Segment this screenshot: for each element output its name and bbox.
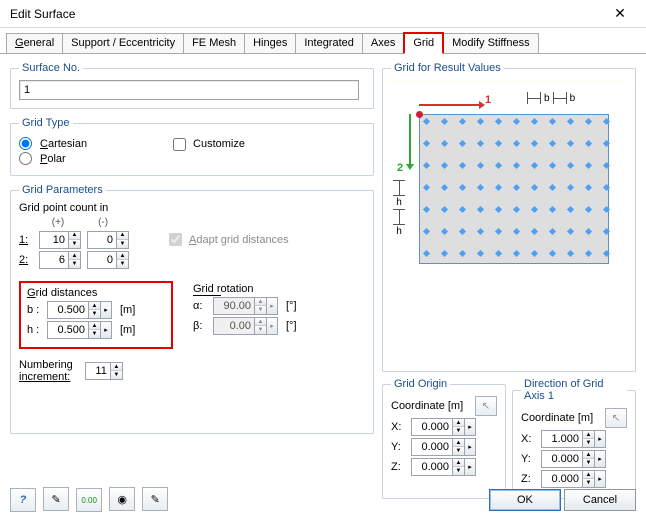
customize-checkbox[interactable]: Customize: [169, 135, 245, 154]
ox-spinner[interactable]: ▲▼▸: [411, 418, 476, 436]
surface-no-group: Surface No.: [10, 62, 374, 109]
az-label: Z:: [521, 473, 535, 485]
axis-pick-button[interactable]: ↖: [605, 408, 627, 428]
cancel-button[interactable]: Cancel: [564, 489, 636, 511]
grid-axis-group: Direction of Grid Axis 1 Coordinate [m] …: [512, 378, 636, 499]
grid-preview-group: Grid for Result Values 1 2 b b h h: [382, 62, 636, 372]
axis2-label: 2: [397, 162, 403, 174]
adapt-checkbox: Adapt grid distances: [165, 230, 289, 249]
increment-label: increment:: [19, 371, 73, 383]
grid-origin-group: Grid Origin Coordinate [m] ↖ X: ▲▼▸ Y: ▲▼▸…: [382, 378, 506, 499]
count2-minus-spinner[interactable]: ▲▼: [87, 251, 129, 269]
customize-checkbox-input[interactable]: [173, 138, 186, 151]
help-icon[interactable]: ?: [10, 488, 36, 512]
tab-integrated[interactable]: Integrated: [295, 33, 363, 53]
tab-hinges[interactable]: Hinges: [244, 33, 296, 53]
surface-no-input[interactable]: [19, 80, 359, 100]
count1-plus-spinner[interactable]: ▲▼: [39, 231, 81, 249]
radio-polar[interactable]: Polar: [19, 152, 87, 165]
h-label: h :: [27, 324, 41, 336]
axis2-arrow: [409, 114, 411, 164]
axis1-arrow: [419, 104, 479, 106]
count2-plus-spinner[interactable]: ▲▼: [39, 251, 81, 269]
count1-minus-spinner[interactable]: ▲▼: [87, 231, 129, 249]
button-row: ? ✎ 0.00 ◉ ✎ OK Cancel: [10, 487, 636, 512]
grid-type-group: Grid Type Cartesian Polar Customize: [10, 117, 374, 176]
adapt-checkbox-input: [169, 233, 182, 246]
dist-label: Grid distances: [27, 287, 165, 299]
axis1-label: 1: [485, 94, 491, 106]
origin-coord-label: Coordinate [m]: [391, 400, 463, 412]
calc-icon[interactable]: 0.00: [76, 488, 102, 512]
edit-icon[interactable]: ✎: [43, 487, 69, 511]
oz-spinner[interactable]: ▲▼▸: [411, 458, 476, 476]
h-unit: [m]: [120, 324, 135, 336]
h-spinner[interactable]: ▲▼▸: [47, 321, 112, 339]
close-button[interactable]: ✕: [602, 4, 638, 24]
ay-label: Y:: [521, 453, 535, 465]
az-spinner[interactable]: ▲▼▸: [541, 470, 606, 488]
oy-label: Y:: [391, 441, 405, 453]
radio-cartesian-input[interactable]: [19, 137, 32, 150]
ok-button[interactable]: OK: [489, 489, 561, 511]
row2-label: 2:: [19, 254, 33, 266]
beta-unit: [°]: [286, 320, 297, 332]
preview-legend: Grid for Result Values: [391, 62, 504, 74]
adapt-label: Adapt grid distances: [189, 234, 289, 246]
eye-icon[interactable]: ◉: [109, 487, 135, 511]
ax-spinner[interactable]: ▲▼▸: [541, 430, 606, 448]
b-spinner[interactable]: ▲▼▸: [47, 301, 112, 319]
tab-strip: General Support / Eccentricity FE Mesh H…: [0, 28, 646, 54]
ax-label: X:: [521, 433, 535, 445]
grid-type-legend: Grid Type: [19, 117, 73, 129]
alpha-unit: [°]: [286, 300, 297, 312]
beta-spinner: ▲▼▸: [213, 317, 278, 335]
radio-polar-input[interactable]: [19, 152, 32, 165]
ay-spinner[interactable]: ▲▼▸: [541, 450, 606, 468]
grid-params-group: Grid Parameters Grid point count in (+) …: [10, 184, 374, 434]
titlebar: Edit Surface ✕: [0, 0, 646, 28]
ox-label: X:: [391, 421, 405, 433]
customize-label: Customize: [193, 138, 245, 150]
grid-distances-highlight: Grid distances b : ▲▼▸ [m] h : ▲▼▸ [m]: [19, 281, 173, 349]
b-label: b :: [27, 304, 41, 316]
tab-axes[interactable]: Axes: [362, 33, 404, 53]
plus-header: (+): [37, 217, 79, 228]
increment-spinner[interactable]: ▲▼: [85, 362, 123, 380]
axis-coord-label: Coordinate [m]: [521, 412, 593, 424]
numbering-label: Numbering: [19, 359, 73, 371]
origin-pick-button[interactable]: ↖: [475, 396, 497, 416]
radio-cartesian[interactable]: Cartesian: [19, 137, 87, 150]
surface-no-legend: Surface No.: [19, 62, 83, 74]
grid-preview-canvas: 1 2 b b h h: [389, 80, 629, 82]
radio-cartesian-label: Cartesian: [40, 138, 87, 150]
grid-axis-legend: Direction of Grid Axis 1: [521, 378, 627, 402]
tab-modify-stiffness[interactable]: Modify Stiffness: [443, 33, 538, 53]
tab-general[interactable]: General: [6, 33, 63, 53]
tab-fe-mesh[interactable]: FE Mesh: [183, 33, 245, 53]
pin-icon[interactable]: ✎: [142, 487, 168, 511]
tab-grid[interactable]: Grid: [403, 32, 444, 54]
dim-h: h h: [393, 180, 405, 237]
rot-label: Grid rotation: [193, 283, 297, 295]
oy-spinner[interactable]: ▲▼▸: [411, 438, 476, 456]
grid-origin-dot: [416, 111, 423, 118]
alpha-spinner: ▲▼▸: [213, 297, 278, 315]
radio-polar-label: Polar: [40, 153, 66, 165]
minus-header: (-): [82, 217, 124, 228]
b-unit: [m]: [120, 304, 135, 316]
grid-origin-legend: Grid Origin: [391, 378, 450, 390]
grid-params-legend: Grid Parameters: [19, 184, 106, 196]
dim-b: b b: [527, 92, 575, 104]
oz-label: Z:: [391, 461, 405, 473]
alpha-label: α:: [193, 300, 207, 312]
window-title: Edit Surface: [10, 7, 75, 21]
beta-label: β:: [193, 320, 207, 332]
count-label: Grid point count in: [19, 202, 365, 214]
tab-support[interactable]: Support / Eccentricity: [62, 33, 184, 53]
row1-label: 1:: [19, 234, 33, 246]
